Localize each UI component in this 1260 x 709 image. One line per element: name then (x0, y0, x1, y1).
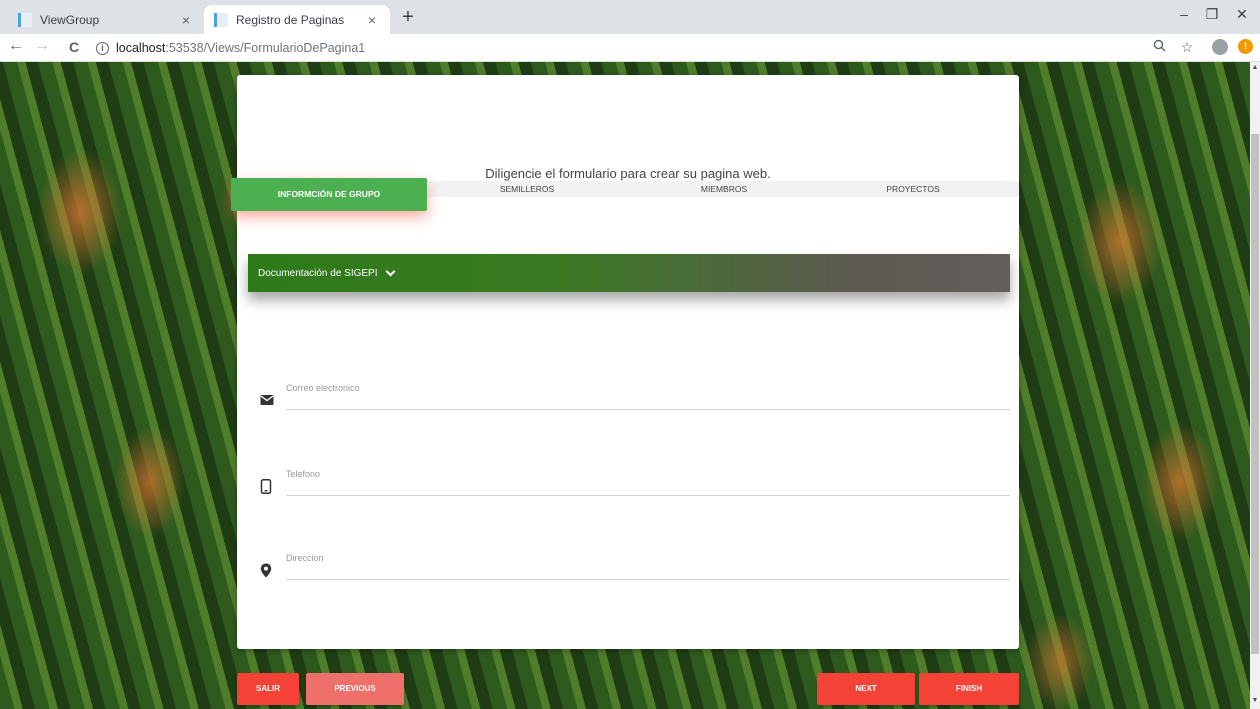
form-card: Diligencie el formulario para crear su p… (231, 75, 1019, 649)
url-host: localhost (116, 41, 166, 55)
url-path: :53538/Views/FormularioDePagina1 (165, 41, 366, 55)
finish-button[interactable]: FINISH (919, 673, 1019, 705)
phone-field[interactable] (286, 466, 1010, 496)
exit-button[interactable]: SALIR (237, 673, 299, 705)
phone-field-group (260, 466, 1010, 496)
location-pin-icon (260, 563, 274, 578)
zoom-icon[interactable] (1150, 39, 1168, 55)
previous-button[interactable]: PREVIOUS (306, 673, 404, 705)
back-button[interactable]: ← (6, 37, 26, 55)
tab-title: ViewGroup (40, 12, 100, 27)
scroll-down-arrow-icon[interactable]: ▼ (1250, 697, 1260, 709)
close-window-button[interactable]: ✕ (1228, 6, 1256, 23)
forward-button[interactable]: → (32, 37, 52, 55)
bookmark-star-icon[interactable]: ☆ (1178, 39, 1196, 56)
accordion-label: Documentación de SIGEPI (258, 267, 378, 279)
new-tab-button[interactable]: + (398, 6, 418, 29)
tab-title: Registro de Paginas (236, 12, 345, 27)
sigepi-accordion[interactable]: Documentación de SIGEPI (248, 254, 1010, 292)
mail-icon (260, 393, 274, 407)
scroll-up-arrow-icon[interactable]: ▲ (1250, 64, 1260, 76)
address-field[interactable] (286, 550, 1010, 580)
close-tab-icon[interactable]: × (178, 12, 194, 28)
chevron-down-icon (385, 266, 395, 276)
phone-icon (260, 479, 274, 494)
extension-icon[interactable] (1212, 39, 1228, 55)
browser-tab-viewgroup[interactable]: ViewGroup × (8, 5, 204, 34)
email-field[interactable] (286, 380, 1010, 410)
tab-proyectos[interactable]: PROYECTOS (823, 181, 1003, 197)
close-tab-icon[interactable]: × (364, 12, 380, 28)
minimize-button[interactable]: – (1170, 6, 1198, 22)
tab-semilleros[interactable]: SEMILLEROS (437, 181, 617, 197)
browser-tab-registro[interactable]: Registro de Paginas × (204, 5, 390, 34)
reload-button[interactable]: C (64, 39, 84, 55)
page-favicon-icon (18, 12, 32, 27)
tab-informacion-de-grupo[interactable]: INFORMCIÓN DE GRUPO (231, 178, 427, 211)
address-field-group (260, 550, 1010, 580)
site-info-icon[interactable]: i (96, 41, 109, 55)
page-favicon-icon (214, 12, 228, 27)
address-bar[interactable]: i localhost:53538/Views/FormularioDePagi… (96, 37, 1136, 59)
browser-tab-strip: ViewGroup × Registro de Paginas × + – ❐ … (0, 0, 1260, 34)
email-field-group (260, 380, 1010, 410)
extension-badge-icon[interactable]: ! (1238, 39, 1253, 54)
restore-button[interactable]: ❐ (1198, 6, 1226, 23)
next-button[interactable]: NEXT (817, 673, 915, 705)
tab-miembros[interactable]: MIEMBROS (629, 181, 819, 197)
browser-toolbar: ← → C i localhost:53538/Views/Formulario… (0, 34, 1260, 62)
scrollbar-thumb[interactable] (1251, 134, 1259, 654)
